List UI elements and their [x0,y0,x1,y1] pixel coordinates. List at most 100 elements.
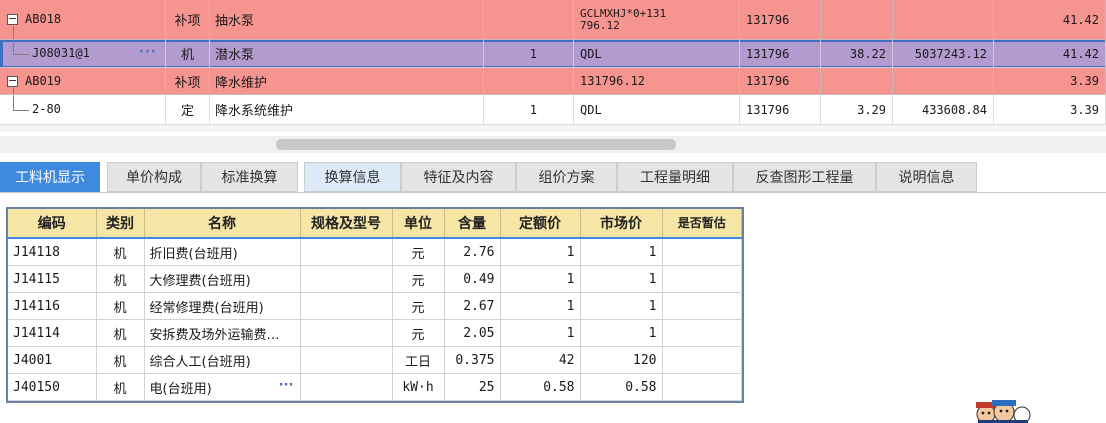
tab-unit-price-composition[interactable]: 单价构成 [107,162,201,192]
cell-type[interactable]: 机 [96,292,145,320]
tab-pricing-scheme[interactable]: 组价方案 [516,162,617,192]
cell-market-price[interactable]: 1 [580,237,663,266]
cell-content[interactable]: 2.05 [444,319,501,347]
collapse-icon[interactable]: − [7,13,18,25]
cell-content[interactable]: 2.76 [444,237,501,266]
cell-provisional[interactable] [662,346,742,374]
cell-provisional[interactable] [662,265,742,293]
cell-type[interactable]: 机 [96,373,145,401]
table-row[interactable]: J14118 机 折旧费(台班用) 元 2.76 1 1 [8,237,742,266]
tab-description-info[interactable]: 说明信息 [876,162,977,192]
cell-spec[interactable] [300,346,393,374]
tab-reverse-graphic-quantity[interactable]: 反查图形工程量 [733,162,876,192]
cell-base-price[interactable]: 1 [500,319,581,347]
cell-provisional[interactable] [662,292,742,320]
cell-code[interactable]: J4001 [8,346,97,374]
cell-base-price[interactable]: 1 [500,237,581,266]
col-header-type[interactable]: 类别 [96,209,145,239]
cell-market-price[interactable]: 1 [580,292,663,320]
cell-base-price[interactable]: 1 [500,292,581,320]
item-price: 38.22 [821,40,893,68]
item-total [893,68,994,95]
cell-market-price[interactable]: 0.58 [580,373,663,401]
col-header-base-price[interactable]: 定额价 [500,209,581,239]
cell-name[interactable]: 大修理费(台班用) [144,265,301,293]
upper-item-grid[interactable]: − AB018 补项 抽水泵 GCLMXHJ*0+131 796.12 13179… [0,0,1106,132]
cell-unit[interactable]: 元 [392,265,445,293]
col-header-content[interactable]: 含量 [444,209,501,239]
cell-content[interactable]: 0.375 [444,346,501,374]
cell-name[interactable]: 经常修理费(台班用) [144,292,301,320]
col-header-name[interactable]: 名称 [144,209,301,239]
cell-name[interactable]: 折旧费(台班用) [144,237,301,266]
col-header-spec[interactable]: 规格及型号 [300,209,393,239]
cell-market-price[interactable]: 120 [580,346,663,374]
cell-provisional[interactable] [662,319,742,347]
cell-spec[interactable] [300,292,393,320]
tab-labor-material-machine[interactable]: 工料机显示 [0,162,100,192]
cell-name[interactable]: 电(台班用) ··· [144,373,301,401]
cell-base-price[interactable]: 0.58 [500,373,581,401]
col-header-market-price[interactable]: 市场价 [580,209,663,239]
cell-unit[interactable]: kW·h [392,373,445,401]
table-row[interactable]: J14115 机 大修理费(台班用) 元 0.49 1 1 [8,265,742,293]
grid-row-ab018[interactable]: − AB018 补项 抽水泵 GCLMXHJ*0+131 796.12 13179… [0,0,1106,40]
cell-unit[interactable]: 元 [392,292,445,320]
table-row[interactable]: J14114 机 安拆费及场外运输费… 元 2.05 1 1 [8,319,742,347]
tree-line [13,88,14,94]
item-quantity: 131796 [740,40,821,68]
more-button[interactable]: ··· [139,45,157,60]
tab-conversion-info[interactable]: 换算信息 [304,162,401,192]
cell-base-price[interactable]: 42 [500,346,581,374]
cell-type[interactable]: 机 [96,237,145,266]
cell-spec[interactable] [300,265,393,293]
cell-spec[interactable] [300,319,393,347]
cell-unit[interactable]: 元 [392,319,445,347]
grid-row-2-80[interactable]: 2-80 定 降水系统维护 1 QDL 131796 3.29 433608.8… [0,95,1106,125]
cell-spec[interactable] [300,373,393,401]
tab-features-content[interactable]: 特征及内容 [401,162,516,192]
item-code: AB018 [25,12,62,26]
tab-quantity-detail[interactable]: 工程量明细 [617,162,733,192]
cell-code[interactable]: J40150 [8,373,97,401]
cell-market-price[interactable]: 1 [580,319,663,347]
cell-spec[interactable] [300,237,393,266]
collapse-icon[interactable]: − [7,75,18,87]
cell-content[interactable]: 0.49 [444,265,501,293]
grid-row-j08031[interactable]: J08031@1 ··· 机 潜水泵 1 QDL 131796 38.22 50… [0,40,1106,68]
table-row[interactable]: J14116 机 经常修理费(台班用) 元 2.67 1 1 [8,292,742,320]
cell-code[interactable]: J14116 [8,292,97,320]
cell-code[interactable]: J14114 [8,319,97,347]
cell-code[interactable]: J14115 [8,265,97,293]
item-type: 补项 [166,0,210,40]
table-row[interactable]: J40150 机 电(台班用) ··· kW·h 25 0.58 0.58 [8,373,742,401]
col-header-unit[interactable]: 单位 [392,209,445,239]
table-row[interactable]: J4001 机 综合人工(台班用) 工日 0.375 42 120 [8,346,742,374]
cell-type[interactable]: 机 [96,319,145,347]
cell-provisional[interactable] [662,237,742,266]
col-header-provisional[interactable]: 是否暂估 [662,209,742,239]
horizontal-scrollbar[interactable] [0,136,1106,153]
scrollbar-thumb[interactable] [276,139,676,150]
col-header-code[interactable]: 编码 [8,209,97,239]
item-unit: QDL [574,40,740,68]
cell-type[interactable]: 机 [96,265,145,293]
cell-content[interactable]: 2.67 [444,292,501,320]
more-button[interactable]: ··· [279,378,294,393]
cell-type[interactable]: 机 [96,346,145,374]
cell-code[interactable]: J14118 [8,237,97,266]
item-qty [484,0,574,40]
grid-row-ab019[interactable]: − AB019 补项 降水维护 131796.12 131796 3.39 [0,68,1106,95]
cell-content[interactable]: 25 [444,373,501,401]
cell-base-price[interactable]: 1 [500,265,581,293]
item-type: 机 [166,40,210,68]
cell-name[interactable]: 安拆费及场外运输费… [144,319,301,347]
cell-unit[interactable]: 元 [392,237,445,266]
item-total: 5037243.12 [893,40,994,68]
tab-standard-conversion[interactable]: 标准换算 [201,162,298,192]
cell-provisional[interactable] [662,373,742,401]
cell-name[interactable]: 综合人工(台班用) [144,346,301,374]
grid-row-partial[interactable] [0,125,1106,132]
cell-unit[interactable]: 工日 [392,346,445,374]
cell-market-price[interactable]: 1 [580,265,663,293]
